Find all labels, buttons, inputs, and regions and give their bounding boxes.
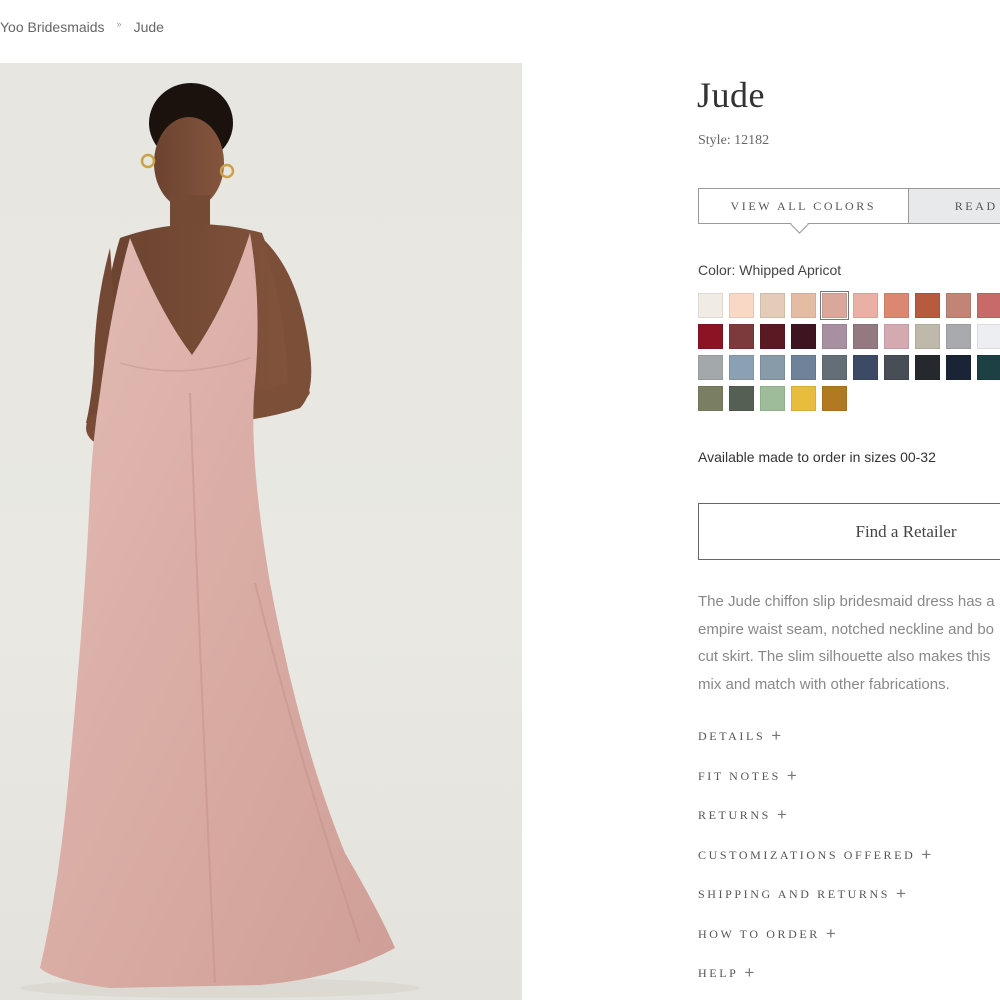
accordion-help[interactable]: HELP + — [698, 963, 754, 983]
product-description: The Jude chiffon slip bridesmaid dress h… — [698, 588, 1000, 698]
tab-view-all-colors[interactable]: VIEW ALL COLORS — [698, 188, 909, 234]
color-swatch[interactable] — [853, 324, 878, 349]
color-swatch[interactable] — [884, 355, 909, 380]
color-swatch[interactable] — [729, 324, 754, 349]
plus-icon: + — [896, 884, 906, 903]
color-swatch[interactable] — [820, 291, 849, 320]
plus-icon: + — [921, 845, 932, 864]
color-swatch-grid — [698, 291, 1000, 411]
color-swatch[interactable] — [729, 293, 754, 318]
color-swatch[interactable] — [698, 355, 723, 380]
plus-icon: + — [771, 726, 782, 745]
accordion-label: HOW TO ORDER — [698, 926, 820, 941]
plus-icon: + — [825, 924, 836, 943]
selected-color-label: Color: Whipped Apricot — [698, 262, 842, 278]
accordion-shipping-and-returns[interactable]: SHIPPING AND RETURNS + — [698, 884, 906, 904]
breadcrumb-separator-icon: » — [116, 19, 122, 29]
breadcrumb: Yoo Bridesmaids » Jude — [0, 19, 164, 35]
color-swatch[interactable] — [822, 386, 847, 411]
accordion-label: HELP — [698, 965, 739, 980]
find-retailer-button[interactable]: Find a Retailer — [698, 503, 1000, 560]
color-swatch[interactable] — [853, 355, 878, 380]
active-tab-pointer — [790, 215, 809, 234]
accordion-label: CUSTOMIZATIONS OFFERED — [698, 847, 916, 862]
color-swatch[interactable] — [698, 386, 723, 411]
model-in-dress-illustration — [20, 83, 420, 998]
accordion-label: DETAILS — [698, 728, 766, 743]
tab-read-label: READ — [954, 198, 998, 213]
color-swatch[interactable] — [760, 386, 785, 411]
description-line: The Jude chiffon slip bridesmaid dress h… — [698, 593, 995, 610]
size-availability: Available made to order in sizes 00-32 — [698, 449, 936, 465]
accordion-fit-notes[interactable]: FIT NOTES + — [698, 766, 797, 786]
color-swatch[interactable] — [791, 324, 816, 349]
color-swatch[interactable] — [760, 293, 785, 318]
color-swatch[interactable] — [698, 293, 723, 318]
accordion-label: RETURNS — [698, 807, 771, 822]
color-swatch[interactable] — [977, 355, 1000, 380]
color-swatch[interactable] — [729, 386, 754, 411]
color-swatch[interactable] — [760, 355, 785, 380]
color-swatch[interactable] — [760, 324, 785, 349]
plus-icon: + — [776, 805, 787, 824]
find-retailer-label: Find a Retailer — [855, 521, 957, 541]
color-swatch[interactable] — [698, 324, 723, 349]
accordion-how-to-order[interactable]: HOW TO ORDER + — [698, 924, 836, 944]
description-line: cut skirt. The slim silhouette also make… — [698, 648, 991, 665]
color-swatch[interactable] — [791, 386, 816, 411]
color-swatch[interactable] — [822, 355, 847, 380]
plus-icon: + — [744, 963, 755, 982]
tab-read[interactable]: READ — [908, 188, 1000, 224]
color-swatch[interactable] — [884, 293, 909, 318]
accordion-returns[interactable]: RETURNS + — [698, 805, 787, 825]
color-swatch[interactable] — [977, 324, 1000, 349]
color-swatch[interactable] — [729, 355, 754, 380]
product-tabs: VIEW ALL COLORS READ — [698, 188, 1000, 234]
accordion-customizations-offered[interactable]: CUSTOMIZATIONS OFFERED + — [698, 845, 931, 865]
color-swatch[interactable] — [946, 355, 971, 380]
color-swatch[interactable] — [822, 324, 847, 349]
product-image[interactable] — [0, 63, 522, 1000]
accordion-details[interactable]: DETAILS + — [698, 726, 781, 746]
color-swatch[interactable] — [853, 293, 878, 318]
color-swatch[interactable] — [791, 293, 816, 318]
color-swatch[interactable] — [977, 293, 1000, 318]
color-swatch[interactable] — [915, 293, 940, 318]
style-number: Style: 12182 — [698, 133, 770, 148]
color-swatch[interactable] — [915, 355, 940, 380]
tab-view-all-colors-label: VIEW ALL COLORS — [730, 198, 877, 213]
description-line: mix and match with other fabrications. — [698, 675, 950, 693]
accordion-label: SHIPPING AND RETURNS — [698, 886, 891, 901]
description-line: empire waist seam, notched neckline and … — [698, 620, 995, 638]
plus-icon: + — [786, 766, 797, 785]
accordion-label: FIT NOTES — [698, 768, 781, 783]
breadcrumb-link-yoo-bridesmaids[interactable]: Yoo Bridesmaids — [0, 19, 105, 35]
color-swatch[interactable] — [946, 293, 971, 318]
color-swatch[interactable] — [791, 355, 816, 380]
color-swatch[interactable] — [946, 324, 971, 349]
product-title: Jude — [697, 75, 765, 115]
color-swatch[interactable] — [915, 324, 940, 349]
color-swatch[interactable] — [884, 324, 909, 349]
breadcrumb-current-jude: Jude — [133, 19, 164, 35]
